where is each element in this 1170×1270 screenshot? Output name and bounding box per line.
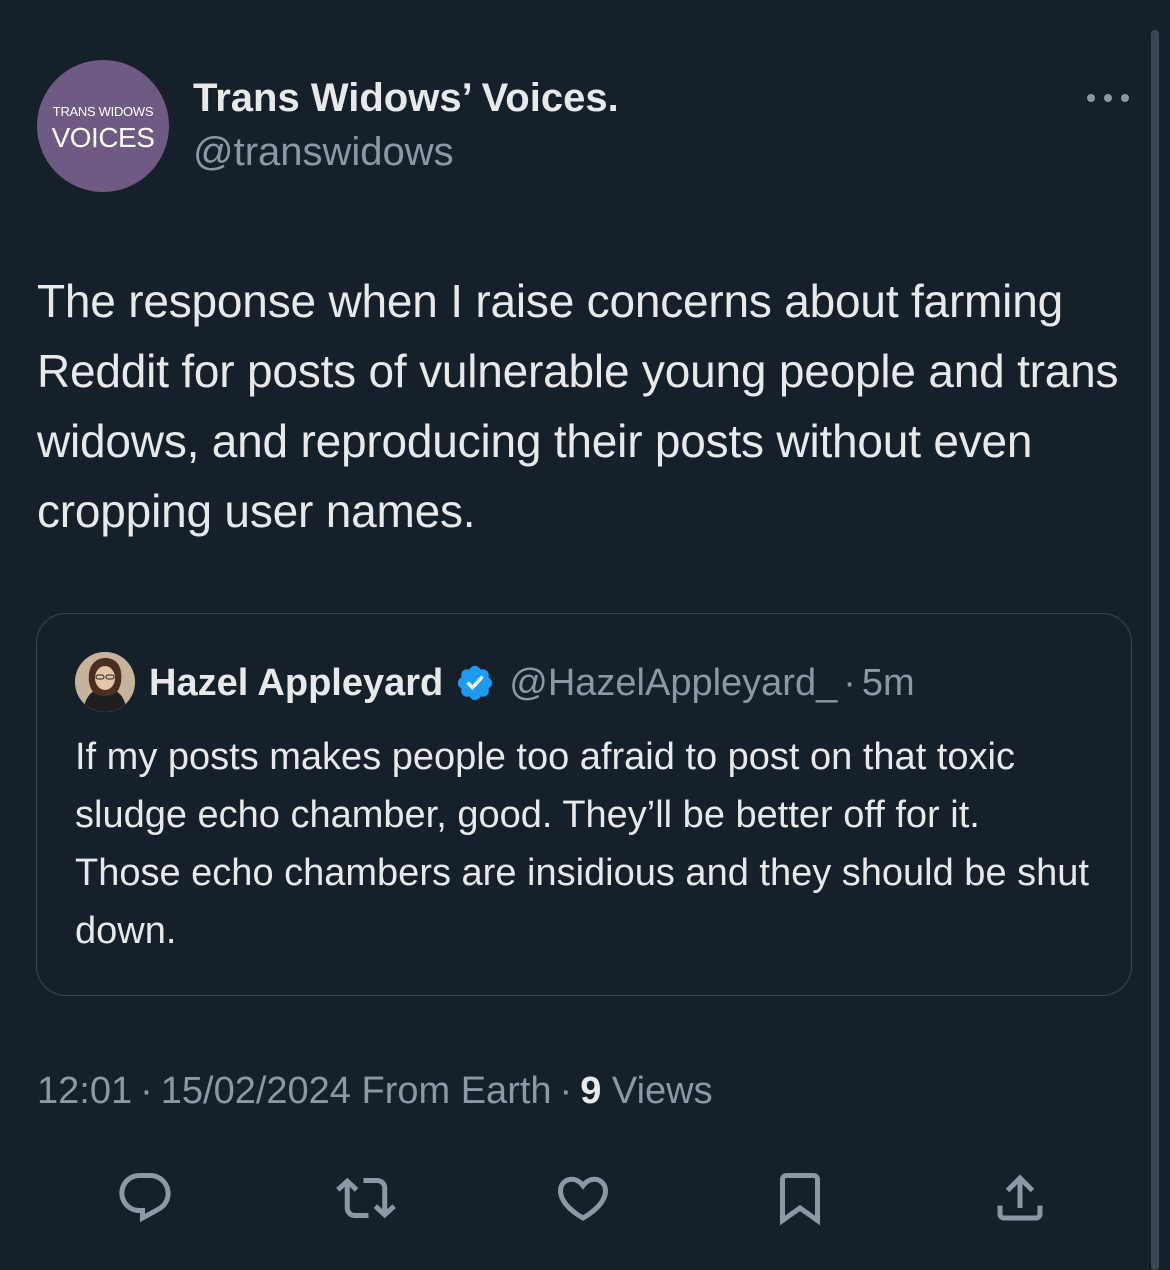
author-avatar[interactable]: TRANS WIDOWS VOICES [37, 60, 169, 192]
tweet-text: The response when I raise concerns about… [37, 275, 1119, 537]
views-count: 9 [580, 1070, 602, 1112]
quoted-author-handle[interactable]: @HazelAppleyard_ [509, 662, 837, 705]
avatar-text-top: TRANS WIDOWS [52, 104, 154, 119]
quoted-tweet-header: Hazel Appleyard @HazelAppleyard_ · 5m [149, 658, 915, 708]
scrollbar[interactable] [1151, 30, 1159, 1270]
heart-icon [557, 1176, 609, 1221]
author-display-name[interactable]: Trans Widows’ Voices. [193, 76, 619, 121]
author-handle[interactable]: @transwidows [193, 130, 454, 175]
meta-separator-2: · [559, 1070, 573, 1112]
quoted-tweet-text: If my posts makes people too afraid to p… [75, 736, 1089, 952]
quoted-tweet-card[interactable]: Hazel Appleyard @HazelAppleyard_ · 5m If… [36, 613, 1132, 996]
tweet-meta: 12:01 · 15/02/2024 From Earth · 9 Views [37, 1070, 713, 1113]
quoted-author-avatar[interactable] [75, 652, 135, 712]
quoted-author-name[interactable]: Hazel Appleyard [149, 662, 443, 705]
meta-separator: · [140, 1070, 153, 1112]
tweet-date[interactable]: 15/02/2024 [161, 1070, 351, 1112]
more-options-button[interactable] [1085, 88, 1131, 108]
retweet-button[interactable] [334, 1166, 398, 1230]
bookmark-icon [780, 1173, 820, 1226]
action-bar [0, 1166, 1170, 1230]
tweet-time[interactable]: 12:01 [37, 1070, 132, 1112]
verified-badge-icon [458, 665, 493, 701]
share-button[interactable] [988, 1166, 1052, 1230]
quoted-timestamp[interactable]: 5m [862, 662, 915, 705]
avatar-text-bottom: VOICES [51, 122, 155, 153]
quoted-separator: · [843, 661, 856, 704]
more-dots-icon [1087, 94, 1129, 102]
bookmark-button[interactable] [768, 1166, 832, 1230]
like-button[interactable] [551, 1166, 615, 1230]
person-portrait-icon [75, 652, 135, 712]
reply-button[interactable] [113, 1166, 177, 1230]
views-label: Views [611, 1070, 713, 1112]
retweet-arrows-icon [336, 1177, 396, 1219]
speech-bubble-icon [119, 1173, 171, 1223]
share-upload-icon [997, 1174, 1043, 1221]
tweet-source: From Earth [361, 1070, 552, 1112]
